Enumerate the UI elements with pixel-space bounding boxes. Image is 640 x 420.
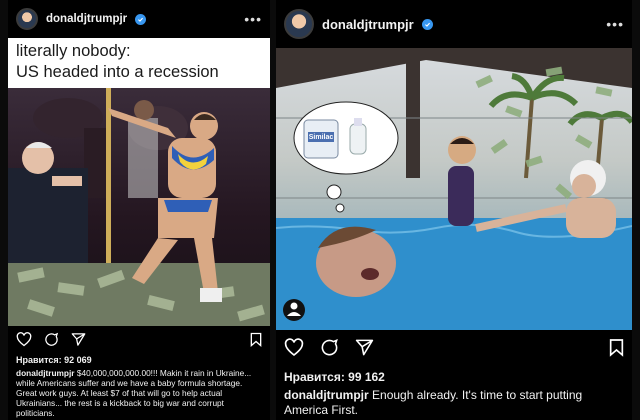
meme-caption: literally nobody: US headed into a reces… — [8, 38, 270, 88]
post-left: donaldjtrumpjr ••• literally nobody: US … — [8, 0, 270, 420]
share-icon[interactable] — [71, 332, 86, 347]
bookmark-icon[interactable] — [609, 338, 624, 357]
caption-username[interactable]: donaldjtrumpjr — [284, 388, 369, 402]
meme-top-text: literally nobody: — [16, 42, 131, 60]
username[interactable]: donaldjtrumpjr — [322, 17, 414, 32]
post-image[interactable]: literally nobody: US headed into a reces… — [8, 38, 270, 326]
post-caption: donaldjtrumpjr Enough already. It's time… — [284, 388, 626, 417]
likes-count[interactable]: Нравится: 99 162 — [284, 370, 385, 384]
meme-illustration — [8, 88, 270, 326]
avatar[interactable] — [16, 8, 38, 30]
comment-icon[interactable] — [44, 332, 59, 347]
verified-badge-icon — [421, 18, 433, 30]
post-image[interactable]: Similac — [276, 48, 632, 330]
username[interactable]: donaldjtrumpjr — [46, 13, 127, 25]
more-icon[interactable]: ••• — [244, 11, 262, 27]
user-tag-icon[interactable] — [283, 299, 305, 321]
avatar[interactable] — [284, 9, 314, 39]
meme-bottom-text: US headed into a recession — [16, 63, 219, 81]
bookmark-icon[interactable] — [250, 332, 262, 347]
verified-badge-icon — [135, 13, 147, 25]
post-header: donaldjtrumpjr ••• — [8, 0, 270, 38]
comment-icon[interactable] — [320, 338, 339, 357]
meme-photo — [8, 88, 270, 326]
heart-icon[interactable] — [284, 338, 304, 357]
share-icon[interactable] — [355, 338, 374, 357]
post-header: donaldjtrumpjr ••• — [276, 0, 632, 48]
post-right: donaldjtrumpjr ••• Similac Нравится: 99 … — [276, 0, 632, 420]
post-actions — [8, 332, 270, 347]
heart-icon[interactable] — [16, 332, 32, 347]
meme-illustration: Similac — [276, 48, 632, 330]
more-icon[interactable]: ••• — [606, 16, 624, 32]
post-caption: donaldjtrumpjr $40,000,000,000.00!!! Mak… — [16, 368, 264, 419]
caption-username[interactable]: donaldjtrumpjr — [16, 368, 75, 378]
likes-count[interactable]: Нравится: 92 069 — [16, 355, 92, 365]
formula-label: Similac — [309, 134, 334, 141]
post-actions — [276, 338, 632, 357]
